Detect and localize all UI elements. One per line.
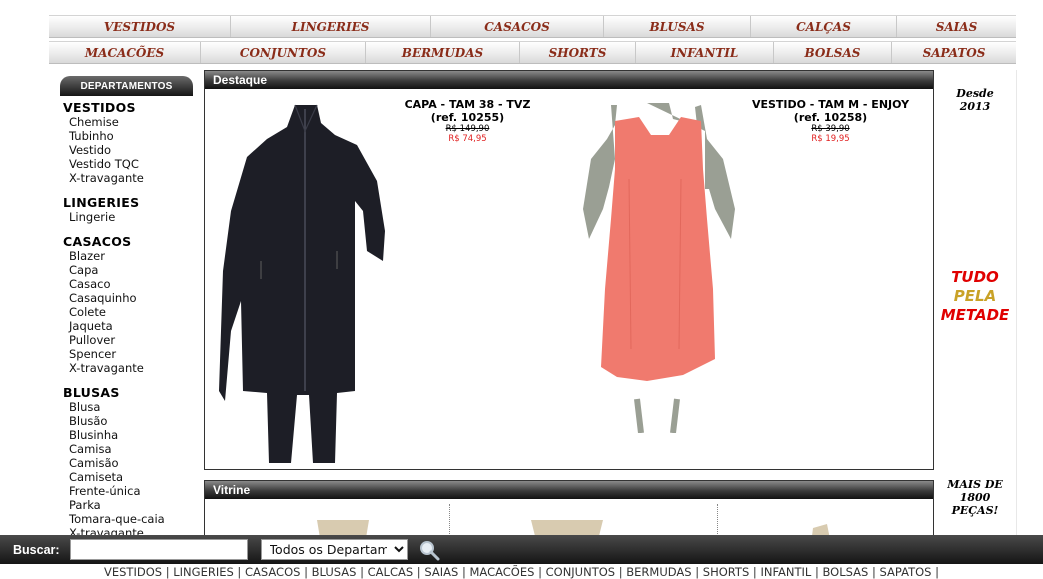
product-image-dress[interactable] bbox=[577, 99, 739, 433]
promo-line-3: METADE bbox=[940, 306, 1010, 324]
department-select[interactable]: Todos os Departamentos bbox=[260, 539, 408, 560]
pieces-count-badge: MAIS DE 1800 PEÇAS! bbox=[934, 478, 1016, 517]
top-nav-row-2: MACACÕES CONJUNTOS BERMUDAS SHORTS INFAN… bbox=[49, 41, 1016, 64]
product-info-2[interactable]: VESTIDO - TAM M - ENJOY (ref. 10258) R$ … bbox=[728, 98, 933, 144]
promo-banner: TUDO PELA METADE bbox=[934, 268, 1016, 325]
product-image-coat[interactable] bbox=[217, 101, 387, 467]
nav-item-blusas[interactable]: BLUSAS bbox=[604, 16, 751, 37]
category-item[interactable]: Casaquinho bbox=[63, 291, 195, 305]
promo-line-1: TUDO bbox=[951, 268, 999, 286]
old-price: R$ 149,90 bbox=[445, 124, 490, 134]
category-item[interactable]: Blusinha bbox=[63, 428, 195, 442]
product-name[interactable]: VESTIDO - TAM M - ENJOY bbox=[728, 98, 933, 111]
magnifier-icon[interactable] bbox=[418, 539, 440, 561]
footer-link-shorts[interactable]: SHORTS bbox=[703, 565, 749, 579]
category-item[interactable]: X-travagante bbox=[63, 361, 195, 375]
nav-item-bermudas[interactable]: BERMUDAS bbox=[366, 42, 520, 63]
pieces-line-1: MAIS DE bbox=[947, 478, 1003, 491]
nav-item-shorts[interactable]: SHORTS bbox=[520, 42, 636, 63]
right-promo-column: Desde 2013 TUDO PELA METADE MAIS DE 1800… bbox=[934, 70, 1017, 550]
search-input[interactable] bbox=[69, 539, 248, 560]
category-item[interactable]: Spencer bbox=[63, 347, 195, 361]
product-info-1[interactable]: CAPA - TAM 38 - TVZ (ref. 10255) R$ 149,… bbox=[375, 98, 560, 144]
category-item[interactable]: Tomara-que-caia bbox=[63, 512, 195, 526]
pieces-line-3: PEÇAS! bbox=[951, 504, 999, 517]
category-item[interactable]: Blusão bbox=[63, 414, 195, 428]
pieces-line-2: 1800 bbox=[959, 491, 991, 504]
footer-link-blusas[interactable]: BLUSAS bbox=[312, 565, 357, 579]
since-badge: Desde 2013 bbox=[934, 87, 1016, 113]
footer-link-infantil[interactable]: INFANTIL bbox=[760, 565, 811, 579]
category-title[interactable]: VESTIDOS bbox=[63, 100, 195, 115]
search-label: Buscar: bbox=[13, 542, 60, 557]
footer-link-bermudas[interactable]: BERMUDAS bbox=[626, 565, 691, 579]
footer-link-casacos[interactable]: CASACOS bbox=[245, 565, 300, 579]
footer-link-lingeries[interactable]: LINGERIES bbox=[173, 565, 234, 579]
footer-link-saias[interactable]: SAIAS bbox=[424, 565, 458, 579]
vitrine-title: Vitrine bbox=[205, 481, 933, 499]
product-ref: (ref. 10258) bbox=[793, 111, 868, 124]
product-name[interactable]: CAPA - TAM 38 - TVZ bbox=[375, 98, 560, 111]
nav-item-bolsas[interactable]: BOLSAS bbox=[774, 42, 892, 63]
category-item[interactable]: Blusa bbox=[63, 400, 195, 414]
category-title[interactable]: CASACOS bbox=[63, 234, 195, 249]
product-ref: (ref. 10255) bbox=[430, 111, 505, 124]
category-item[interactable]: Frente-única bbox=[63, 484, 195, 498]
new-price: R$ 74,95 bbox=[448, 134, 487, 144]
nav-item-infantil[interactable]: INFANTIL bbox=[636, 42, 774, 63]
category-item[interactable]: Pullover bbox=[63, 333, 195, 347]
new-price: R$ 19,95 bbox=[811, 134, 850, 144]
departments-header: DEPARTAMENTOS bbox=[60, 76, 193, 96]
nav-item-sapatos[interactable]: SAPATOS bbox=[892, 42, 1016, 63]
category-group-blusas: BLUSAS Blusa Blusão Blusinha Camisa Cami… bbox=[60, 385, 195, 536]
category-title[interactable]: LINGERIES bbox=[63, 195, 195, 210]
category-item[interactable]: Colete bbox=[63, 305, 195, 319]
category-item[interactable]: Camisão bbox=[63, 456, 195, 470]
nav-item-saias[interactable]: SAIAS bbox=[897, 16, 1016, 37]
category-item[interactable]: Tubinho bbox=[63, 129, 195, 143]
old-price: R$ 39,90 bbox=[811, 124, 850, 134]
nav-item-macacoes[interactable]: MACACÕES bbox=[49, 42, 201, 63]
category-item[interactable]: Blazer bbox=[63, 249, 195, 263]
nav-item-calcas[interactable]: CALÇAS bbox=[751, 16, 897, 37]
destaque-panel: Destaque CAPA - TAM 38 - TVZ (ref. 10255… bbox=[204, 70, 934, 470]
footer-link-bolsas[interactable]: BOLSAS bbox=[823, 565, 869, 579]
category-item[interactable]: Camiseta bbox=[63, 470, 195, 484]
footer-link-macacoes[interactable]: MACACÕES bbox=[469, 565, 534, 579]
destaque-title: Destaque bbox=[205, 71, 933, 89]
category-item[interactable]: Vestido bbox=[63, 143, 195, 157]
promo-line-2: PELA bbox=[953, 287, 997, 305]
footer-link-calcas[interactable]: CALCAS bbox=[368, 565, 414, 579]
footer-link-conjuntos[interactable]: CONJUNTOS bbox=[546, 565, 615, 579]
footer-link-vestidos[interactable]: VESTIDOS bbox=[104, 565, 162, 579]
nav-item-conjuntos[interactable]: CONJUNTOS bbox=[201, 42, 366, 63]
category-group-lingeries: LINGERIES Lingerie bbox=[60, 195, 195, 224]
footer-link-sapatos[interactable]: SAPATOS bbox=[880, 565, 932, 579]
category-item[interactable]: Parka bbox=[63, 498, 195, 512]
top-nav-row-1: VESTIDOS LINGERIES CASACOS BLUSAS CALÇAS… bbox=[49, 15, 1016, 38]
category-item[interactable]: Capa bbox=[63, 263, 195, 277]
since-label: Desde bbox=[956, 87, 994, 100]
category-title[interactable]: BLUSAS bbox=[63, 385, 195, 400]
search-bar: Buscar: Todos os Departamentos bbox=[0, 535, 1043, 564]
category-item[interactable]: Vestido TQC bbox=[63, 157, 195, 171]
category-group-casacos: CASACOS Blazer Capa Casaco Casaquinho Co… bbox=[60, 234, 195, 375]
category-item[interactable]: X-travagante bbox=[63, 171, 195, 185]
departments-sidebar: DEPARTAMENTOS VESTIDOS Chemise Tubinho V… bbox=[60, 76, 195, 536]
category-item[interactable]: Casaco bbox=[63, 277, 195, 291]
category-group-vestidos: VESTIDOS Chemise Tubinho Vestido Vestido… bbox=[60, 100, 195, 185]
category-item[interactable]: Jaqueta bbox=[63, 319, 195, 333]
category-item[interactable]: Camisa bbox=[63, 442, 195, 456]
nav-item-lingeries[interactable]: LINGERIES bbox=[231, 16, 431, 37]
nav-item-casacos[interactable]: CASACOS bbox=[431, 16, 604, 37]
category-item[interactable]: Chemise bbox=[63, 115, 195, 129]
since-year: 2013 bbox=[959, 100, 991, 113]
category-item[interactable]: Lingerie bbox=[63, 210, 195, 224]
footer-links: VESTIDOS | LINGERIES | CASACOS | BLUSAS … bbox=[104, 565, 939, 579]
nav-item-vestidos[interactable]: VESTIDOS bbox=[49, 16, 231, 37]
